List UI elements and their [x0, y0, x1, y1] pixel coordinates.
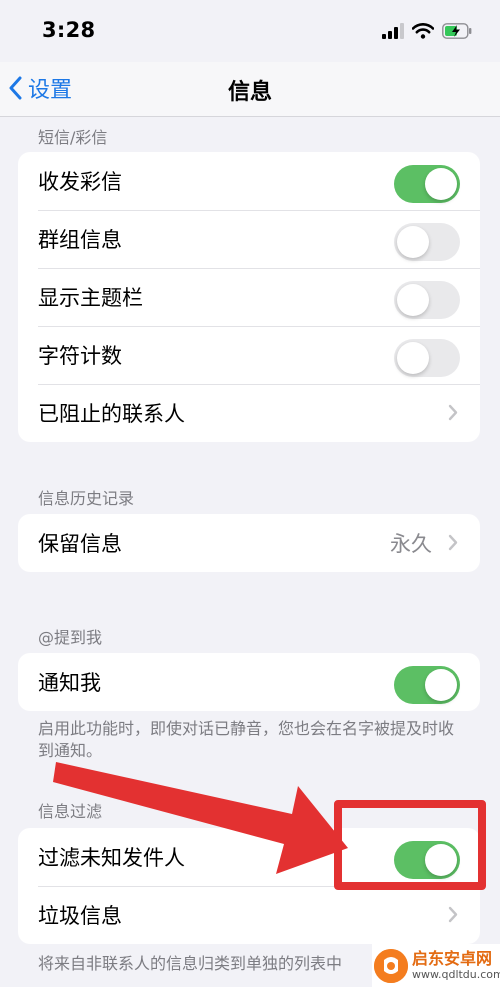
- watermark-logo: 启东安卓网 www.qdltdu.com: [372, 944, 500, 987]
- row-label: 字符计数: [38, 344, 122, 368]
- row-keep-messages[interactable]: 保留信息 永久: [18, 514, 480, 572]
- watermark-logo-icon: [374, 948, 408, 983]
- row-group-messaging[interactable]: 群组信息: [18, 210, 480, 268]
- settings-group-mentions: 通知我: [18, 653, 480, 711]
- settings-group-message-filtering: 过滤未知发件人 垃圾信息: [18, 828, 480, 944]
- show-subject-field-toggle[interactable]: [394, 281, 460, 319]
- watermark-title: 启东安卓网: [412, 949, 493, 968]
- wifi-icon: [412, 23, 434, 39]
- status-time: 3:28: [42, 18, 96, 42]
- row-label: 已阻止的联系人: [38, 402, 185, 426]
- row-label: 群组信息: [38, 228, 122, 252]
- row-filter-unknown-senders[interactable]: 过滤未知发件人: [18, 828, 480, 886]
- row-label: 收发彩信: [38, 170, 122, 194]
- settings-group-message-history: 保留信息 永久: [18, 514, 480, 572]
- status-icons: [382, 20, 472, 42]
- character-count-toggle[interactable]: [394, 339, 460, 377]
- section-header-sms-mms: 短信/彩信: [38, 128, 108, 147]
- status-bar: 3:28: [0, 0, 500, 62]
- chevron-right-icon: [448, 404, 458, 421]
- settings-group-sms-mms: 收发彩信 群组信息 显示主题栏 字符计数 已阻止的联系人: [18, 152, 480, 442]
- page-title: 信息: [227, 80, 272, 105]
- filter-unknown-senders-toggle[interactable]: [394, 841, 460, 879]
- section-header-mentions: @提到我: [38, 628, 103, 647]
- watermark-url: www.qdltdu.com: [412, 968, 500, 981]
- notify-me-toggle[interactable]: [394, 666, 460, 704]
- battery-charging-icon: [442, 23, 472, 39]
- mms-messaging-toggle[interactable]: [394, 165, 460, 203]
- mentions-footnote: 启用此功能时，即使对话已静音，您也会在名字被提及时收到通知。: [38, 719, 455, 760]
- chevron-right-icon: [448, 534, 458, 551]
- row-label: 通知我: [38, 671, 101, 695]
- row-mms-messaging[interactable]: 收发彩信: [18, 152, 480, 210]
- row-show-subject-field[interactable]: 显示主题栏: [18, 268, 480, 326]
- keep-messages-value: 永久: [390, 532, 432, 556]
- group-messaging-toggle[interactable]: [394, 223, 460, 261]
- section-header-message-history: 信息历史记录: [38, 489, 135, 508]
- row-label: 显示主题栏: [38, 286, 143, 310]
- chevron-right-icon: [448, 906, 458, 923]
- row-label: 过滤未知发件人: [38, 846, 185, 870]
- cellular-signal-icon: [382, 23, 404, 39]
- section-header-message-filtering: 信息过滤: [38, 802, 103, 821]
- row-character-count[interactable]: 字符计数: [18, 326, 480, 384]
- navigation-bar: 设置 信息: [0, 62, 500, 117]
- row-junk[interactable]: 垃圾信息: [18, 886, 480, 944]
- row-label: 保留信息: [38, 532, 122, 556]
- row-blocked-contacts[interactable]: 已阻止的联系人: [18, 384, 480, 442]
- row-notify-me[interactable]: 通知我: [18, 653, 480, 711]
- row-label: 垃圾信息: [38, 904, 122, 928]
